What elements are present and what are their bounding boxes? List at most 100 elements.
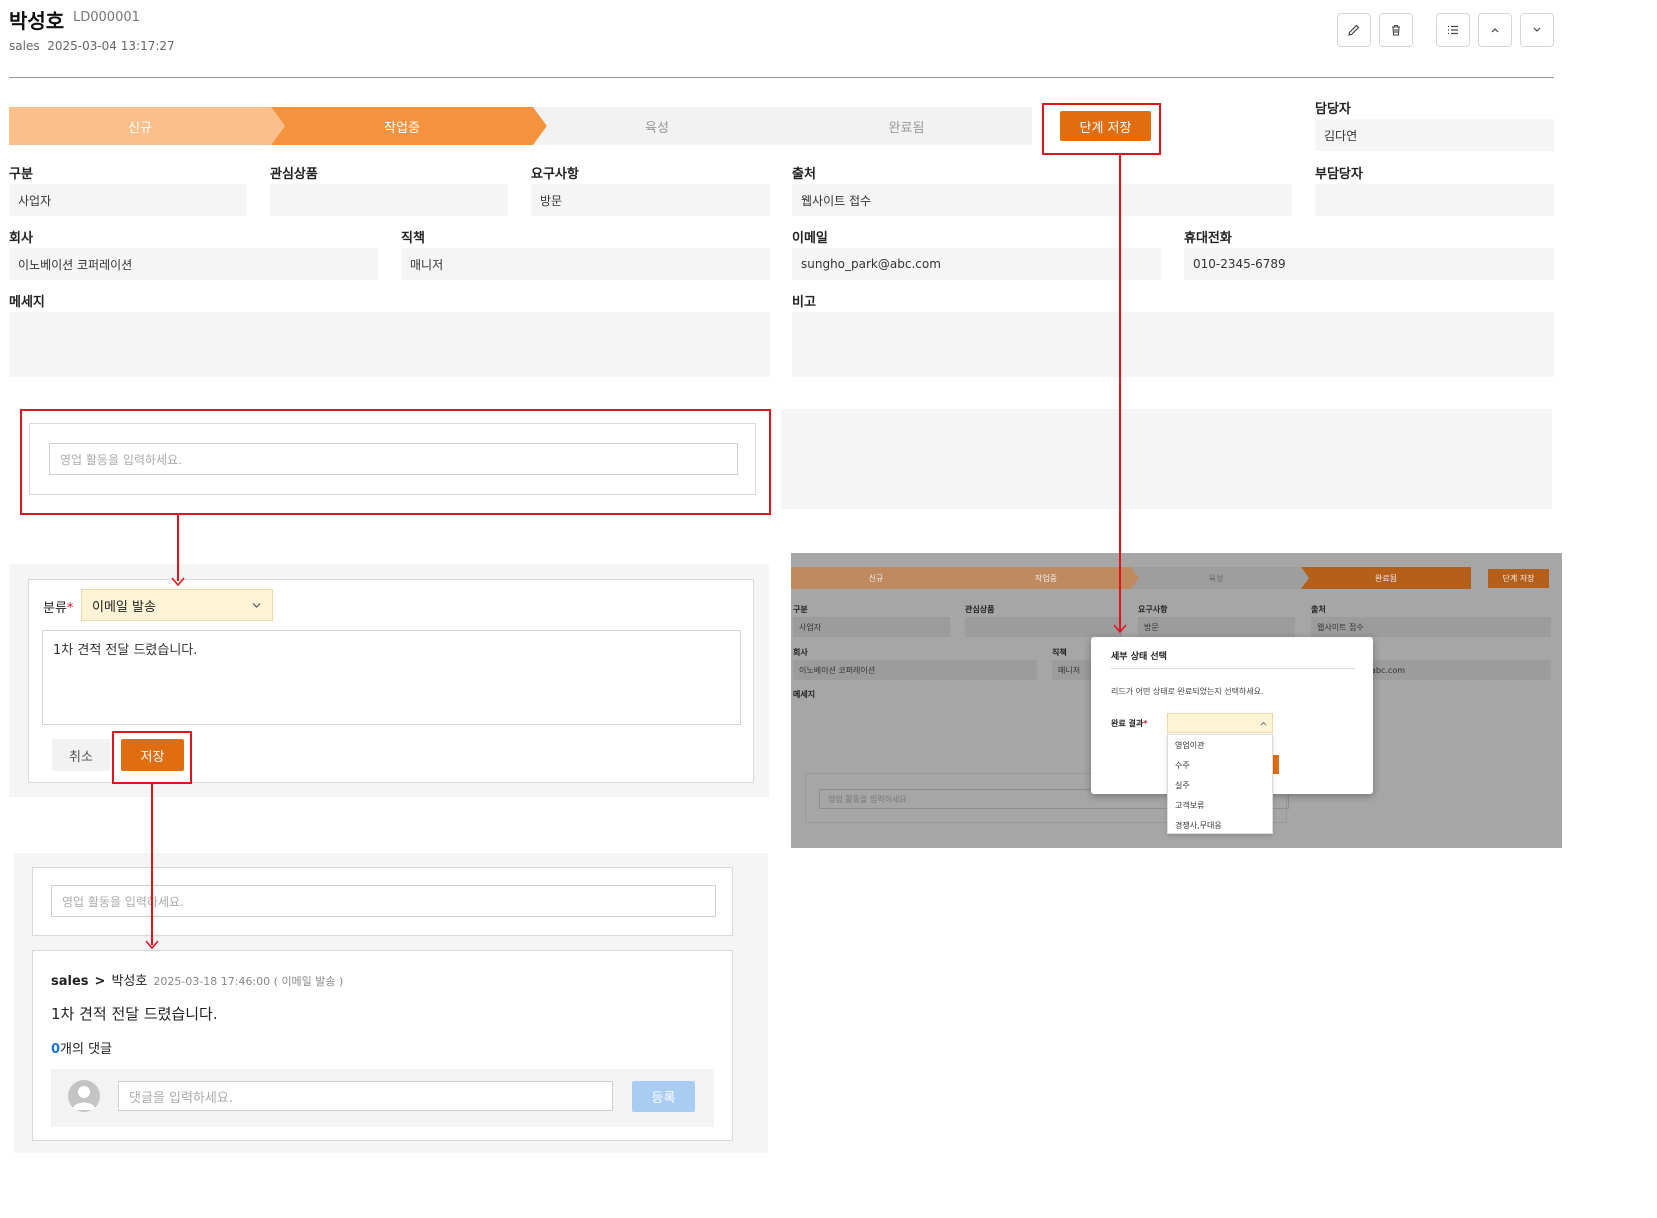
feed-item-header: sales > 박성호 2025-03-18 17:46:00 ( 이메일 발송… (51, 970, 343, 989)
next-button[interactable] (1520, 13, 1554, 47)
chevron-up-icon (1260, 721, 1267, 726)
activity-input[interactable]: 영업 활동을 입력하세요. (49, 443, 738, 475)
preview-field: 사업자 (793, 617, 950, 637)
list-icon (1448, 25, 1458, 35)
modal-title: 세부 상태 선택 (1111, 652, 1167, 662)
result-option[interactable]: 고객보류 (1168, 795, 1272, 815)
preview-label: 메세지 (793, 690, 816, 699)
position-field[interactable]: 매니저 (401, 248, 770, 280)
note-label: 비고 (792, 295, 816, 310)
preview-label: 요구사항 (1138, 605, 1168, 614)
company-label: 회사 (9, 231, 33, 246)
email-label: 이메일 (792, 231, 828, 246)
owner-field[interactable]: 김다연 (1315, 119, 1554, 151)
annotation-arrowhead (171, 577, 185, 586)
edit-button[interactable] (1337, 13, 1371, 47)
activity-background (781, 409, 1552, 509)
annotation-arrow (151, 784, 153, 945)
stage-label: 신규 (128, 120, 152, 136)
stage-completed[interactable]: 완료됨 (781, 107, 1032, 145)
result-option[interactable]: 실주 (1168, 775, 1272, 795)
user-icon (72, 1086, 96, 1110)
delete-button[interactable] (1379, 13, 1413, 47)
feed-target[interactable]: 박성호 (111, 970, 147, 989)
stage-bar: 신규 작업중 육성 완료됨 (9, 107, 1032, 145)
preview-stage: 작업중 (961, 567, 1139, 589)
previous-button[interactable] (1478, 13, 1512, 47)
preview-field: 방문 (1138, 617, 1295, 637)
result-dropdown: 영업이관 수주 실주 고객보류 경쟁사,무대응 (1167, 734, 1273, 834)
preview-stage-bar: 신규 작업중 육성 완료됨 (791, 567, 1471, 589)
stage-nurture[interactable]: 육성 (533, 107, 795, 145)
preview-label: 회사 (793, 648, 808, 657)
result-select[interactable] (1167, 713, 1273, 733)
category-field[interactable]: 사업자 (9, 184, 247, 216)
result-option[interactable]: 수주 (1168, 755, 1272, 775)
editor-category-value: 이메일 발송 (92, 599, 156, 615)
result-option[interactable]: 경쟁사,무대응 (1168, 815, 1272, 835)
cancel-button[interactable]: 취소 (52, 739, 110, 771)
feed-separator: > (94, 974, 106, 989)
modal-description: 리드가 어떤 상태로 완료되었는지 선택하세요. (1111, 687, 1264, 696)
preview-label: 구분 (793, 605, 808, 614)
preview-field: 이노베이션 코퍼레이션 (793, 660, 1037, 680)
comment-submit-button[interactable]: 등록 (632, 1081, 695, 1112)
feed-body: 1차 견적 전달 드렸습니다. (51, 1005, 218, 1023)
request-field[interactable]: 방문 (531, 184, 770, 216)
preview-field (965, 617, 1122, 637)
mobile-field[interactable]: 010-2345-6789 (1184, 248, 1554, 280)
request-label: 요구사항 (531, 167, 579, 182)
annotation-arrow (1119, 155, 1121, 631)
preview-stage: 완료됨 (1301, 567, 1471, 589)
editor-category-label: 분류* (43, 601, 74, 616)
preview-label: 직책 (1052, 648, 1067, 657)
preview-stage: 신규 (791, 567, 969, 589)
chevron-down-icon (1533, 27, 1541, 32)
stage-save-button[interactable]: 단계 저장 (1060, 111, 1151, 141)
annotation-arrowhead (1113, 624, 1127, 633)
sub-owner-field[interactable] (1315, 184, 1554, 216)
product-field[interactable] (270, 184, 508, 216)
mobile-label: 휴대전화 (1184, 231, 1232, 246)
product-label: 관심상품 (270, 167, 318, 182)
position-label: 직책 (401, 231, 425, 246)
modal-divider (1111, 668, 1355, 669)
modal-confirm-button[interactable] (1272, 755, 1279, 774)
stage-working[interactable]: 작업중 (271, 107, 547, 145)
lead-id: LD000001 (73, 10, 140, 25)
email-field[interactable]: sungho_park@abc.com (792, 248, 1161, 280)
comment-count: 0개의 댓글 (51, 1042, 113, 1057)
owner-label: 담당자 (1315, 102, 1351, 117)
lead-name: 박성호 (9, 9, 65, 33)
source-field[interactable]: 웹사이트 접수 (792, 184, 1292, 216)
feed-author[interactable]: sales (51, 974, 89, 989)
comment-input[interactable]: 댓글을 입력하세요. (118, 1081, 613, 1111)
trash-icon (1392, 24, 1400, 36)
chevron-up-icon (1491, 28, 1499, 33)
result-option[interactable]: 영업이관 (1168, 735, 1272, 755)
company-field[interactable]: 이노베이션 코퍼레이션 (9, 248, 378, 280)
save-button[interactable]: 저장 (121, 739, 184, 771)
stage-label: 작업중 (384, 120, 420, 136)
modal-preview: 신규 작업중 육성 완료됨 단계 저장 구분 사업자 관심상품 요구사항 방문 … (791, 553, 1562, 848)
message-label: 메세지 (9, 295, 45, 310)
avatar (68, 1080, 100, 1112)
message-field[interactable] (9, 312, 770, 377)
annotation-arrow (177, 515, 179, 581)
list-button[interactable] (1436, 13, 1470, 47)
editor-category-select[interactable]: 이메일 발송 (81, 589, 273, 621)
editor-textarea[interactable]: 1차 견적 전달 드렸습니다. (42, 630, 741, 725)
header-divider (9, 77, 1554, 78)
source-label: 출처 (792, 167, 816, 182)
chevron-down-icon (252, 603, 261, 608)
lead-meta: sales 2025-03-04 13:17:27 (9, 39, 175, 53)
sub-owner-label: 부담당자 (1315, 167, 1363, 182)
preview-stage: 육성 (1131, 567, 1309, 589)
stage-new[interactable]: 신규 (9, 107, 285, 145)
annotation-arrowhead (145, 940, 159, 949)
preview-field: 웹사이트 접수 (1311, 617, 1551, 637)
category-label: 구분 (9, 167, 33, 182)
result-label: 완료 결과* (1111, 719, 1148, 728)
stage-label: 완료됨 (888, 120, 925, 136)
note-field[interactable] (792, 312, 1554, 377)
